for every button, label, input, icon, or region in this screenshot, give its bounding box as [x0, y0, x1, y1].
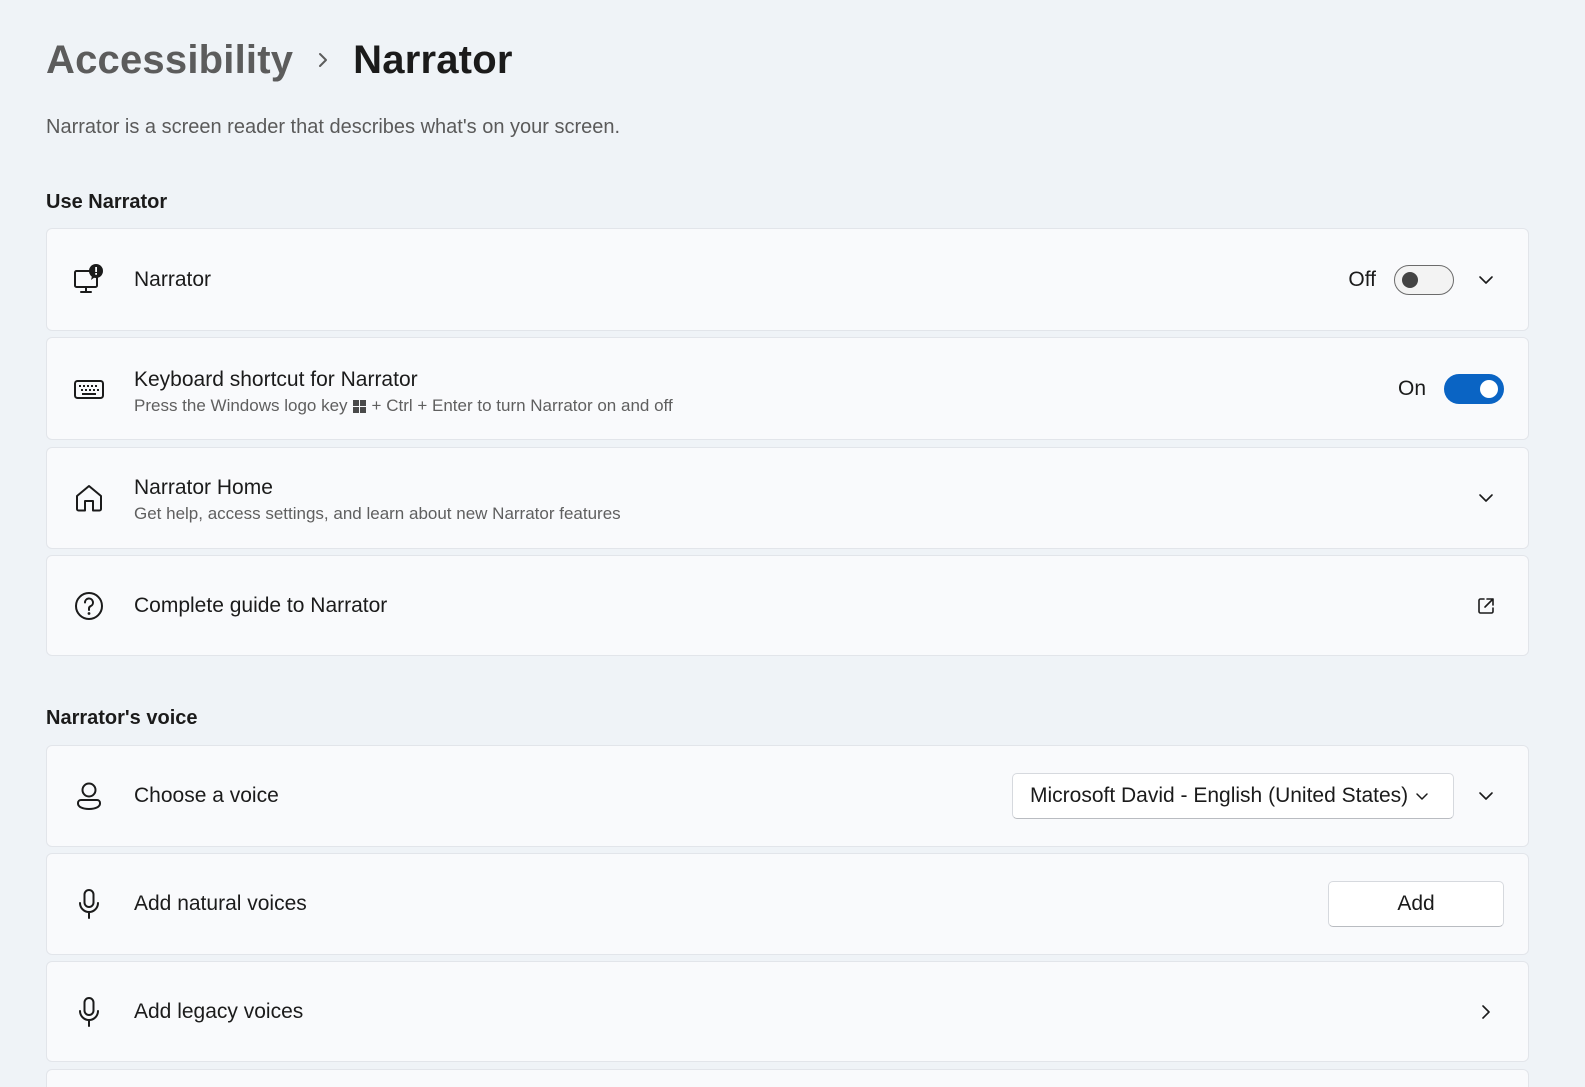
complete-guide-title: Complete guide to Narrator: [134, 593, 388, 617]
natural-voices-card: Add natural voices Add: [46, 853, 1529, 955]
narrator-home-title: Narrator Home: [134, 476, 273, 499]
select-chevron-down-icon: [1413, 787, 1431, 805]
choose-voice-title: Choose a voice: [134, 784, 279, 807]
keyboard-shortcut-state-label: On: [1397, 376, 1426, 400]
keyboard-shortcut-subtitle: Press the Windows logo key + Ctrl + Ente…: [134, 396, 673, 416]
breadcrumb-chevron-icon: [293, 34, 353, 86]
legacy-voices-title: Add legacy voices: [134, 999, 304, 1023]
section-title-use-narrator: Use Narrator: [46, 191, 168, 213]
section-title-narrators-voice: Narrator's voice: [46, 707, 198, 729]
narrator-home-chevron-down-icon[interactable]: [1468, 480, 1504, 516]
add-natural-voices-button[interactable]: Add: [1328, 881, 1504, 927]
page-description: Narrator is a screen reader that describ…: [46, 116, 621, 138]
narrator-home-subtitle: Get help, access settings, and learn abo…: [134, 504, 621, 523]
keyboard-icon: [71, 371, 107, 407]
open-external-icon[interactable]: [1468, 588, 1504, 624]
narrator-monitor-icon: [71, 262, 107, 298]
choose-voice-card[interactable]: Choose a voice Microsoft David - English…: [46, 745, 1529, 847]
toggle-knob: [1480, 379, 1498, 398]
keyboard-shortcut-toggle[interactable]: [1444, 373, 1504, 404]
help-circle-icon: [71, 588, 107, 624]
keyboard-shortcut-subtitle-before: Press the Windows logo key: [134, 396, 348, 415]
narrator-title: Narrator: [134, 267, 212, 291]
complete-guide-card[interactable]: Complete guide to Narrator: [46, 555, 1529, 656]
natural-voices-title: Add natural voices: [134, 892, 307, 915]
microphone-icon: [71, 886, 107, 922]
choose-voice-chevron-down-icon[interactable]: [1468, 778, 1504, 814]
toggle-knob: [1402, 271, 1418, 288]
windows-logo-icon: [352, 399, 366, 413]
chevron-right-icon[interactable]: [1468, 994, 1504, 1030]
voice-select[interactable]: Microsoft David - English (United States…: [1012, 773, 1454, 819]
narrator-card[interactable]: Narrator Off: [46, 228, 1529, 331]
keyboard-shortcut-title: Keyboard shortcut for Narrator: [134, 368, 418, 391]
legacy-voices-card[interactable]: Add legacy voices: [46, 961, 1529, 1062]
keyboard-shortcut-subtitle-after: + Ctrl + Enter to turn Narrator on and o…: [371, 396, 673, 415]
voice-select-value: Microsoft David - English (United States…: [1030, 784, 1409, 807]
narrator-toggle[interactable]: [1394, 264, 1454, 295]
keyboard-shortcut-card: Keyboard shortcut for Narrator Press the…: [46, 337, 1529, 440]
breadcrumb: Accessibility Narrator: [46, 34, 513, 86]
home-icon: [71, 480, 107, 516]
narrator-state-label: Off: [1348, 267, 1376, 291]
narrator-expand-chevron-down-icon[interactable]: [1468, 262, 1504, 298]
page-title: Narrator: [353, 37, 513, 82]
person-icon: [71, 778, 107, 814]
next-card-partial: [46, 1069, 1529, 1087]
breadcrumb-parent-accessibility[interactable]: Accessibility: [46, 38, 293, 83]
narrator-home-card[interactable]: Narrator Home Get help, access settings,…: [46, 447, 1529, 549]
microphone-icon: [71, 994, 107, 1030]
